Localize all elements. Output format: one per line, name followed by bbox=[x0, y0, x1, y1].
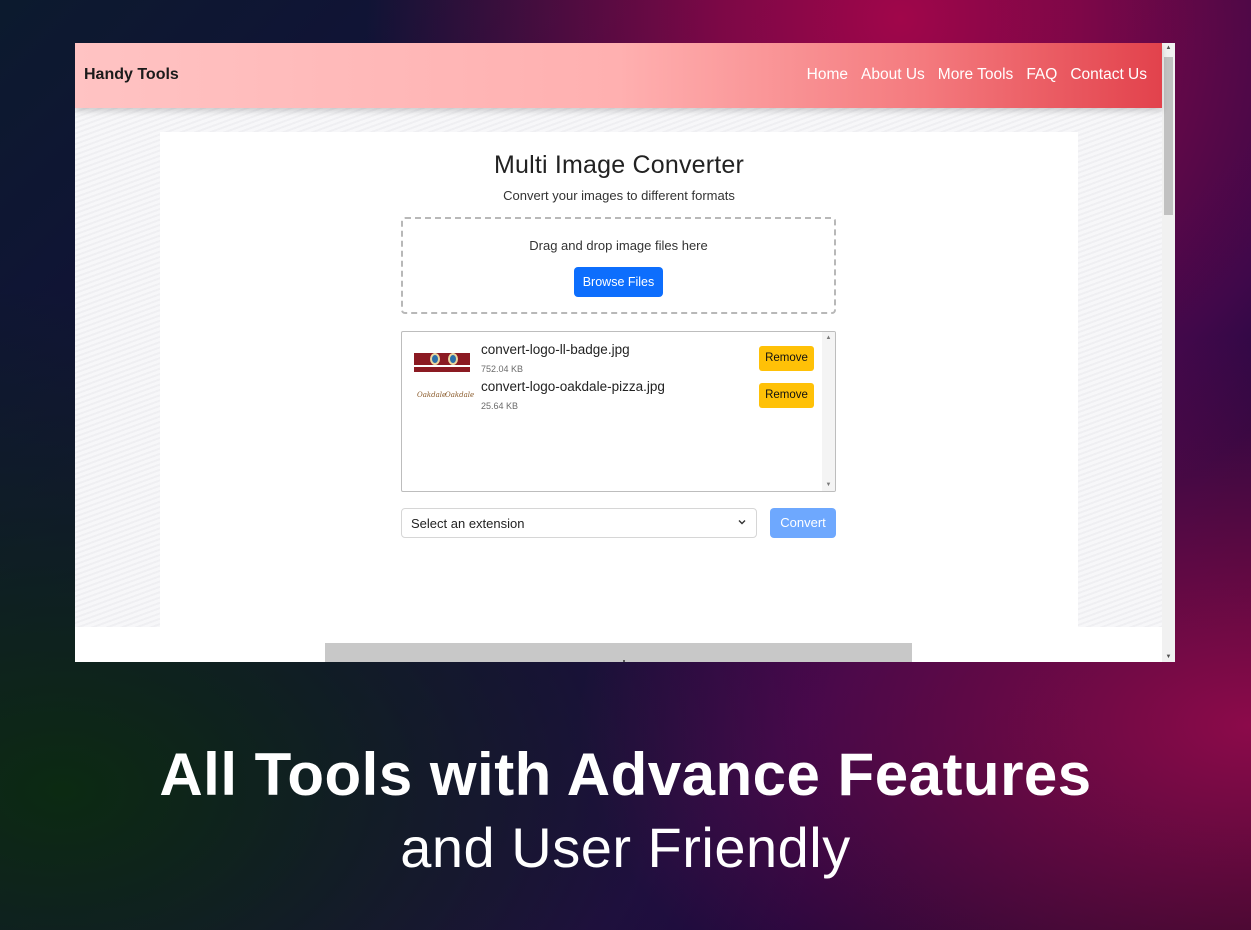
nav-link-home[interactable]: Home bbox=[807, 66, 848, 84]
footer-bar-dot bbox=[623, 660, 625, 662]
file-size: 25.64 KB bbox=[481, 401, 519, 411]
file-list[interactable]: convert-logo-ll-badge.jpg 752.04 KB Remo… bbox=[401, 331, 836, 492]
nav-links: Home About Us More Tools FAQ Contact Us bbox=[807, 66, 1147, 84]
dropzone-text: Drag and drop image files here bbox=[529, 238, 708, 253]
file-name: convert-logo-ll-badge.jpg bbox=[481, 342, 630, 357]
convert-button[interactable]: Convert bbox=[770, 508, 836, 538]
page-title: Multi Image Converter bbox=[493, 151, 745, 179]
scroll-down-arrow-icon[interactable]: ▼ bbox=[1162, 654, 1175, 660]
footer-bar bbox=[325, 643, 912, 662]
window-scrollbar[interactable]: ▲ ▼ bbox=[1162, 43, 1175, 662]
file-list-scrollbar[interactable]: ▲ ▼ bbox=[822, 332, 835, 491]
extension-select-value: Select an extension bbox=[411, 516, 525, 531]
caption-subline: and User Friendly bbox=[400, 816, 851, 879]
scroll-up-arrow-icon[interactable]: ▲ bbox=[1162, 45, 1175, 51]
nav-link-contact-us[interactable]: Contact Us bbox=[1070, 66, 1147, 84]
scroll-down-arrow-icon[interactable]: ▼ bbox=[822, 482, 835, 488]
scroll-up-arrow-icon[interactable]: ▲ bbox=[822, 335, 835, 341]
nav-link-more-tools[interactable]: More Tools bbox=[938, 66, 1014, 84]
file-thumbnail: Oakdale Oakdale bbox=[414, 385, 474, 409]
file-size: 752.04 KB bbox=[481, 364, 524, 374]
nav-link-about-us[interactable]: About Us bbox=[861, 66, 925, 84]
browse-files-button[interactable]: Browse Files bbox=[574, 267, 663, 297]
page-subtitle: Convert your images to different formats bbox=[503, 188, 735, 203]
extension-select[interactable]: Select an extension bbox=[401, 508, 757, 538]
brand-logo[interactable]: Handy Tools bbox=[84, 66, 179, 84]
caption-headline: All Tools with Advance Features bbox=[159, 741, 1092, 808]
file-list-item: convert-logo-ll-badge.jpg 752.04 KB Remo… bbox=[402, 342, 822, 380]
file-dropzone[interactable]: Drag and drop image files here Browse Fi… bbox=[401, 217, 836, 314]
remove-file-button[interactable]: Remove bbox=[759, 346, 814, 371]
file-list-item: Oakdale Oakdale convert-logo-oakdale-piz… bbox=[402, 379, 822, 417]
chevron-down-icon bbox=[738, 520, 746, 525]
page-background: Multi Image Converter Convert your image… bbox=[75, 108, 1162, 627]
remove-file-button[interactable]: Remove bbox=[759, 383, 814, 408]
file-name: convert-logo-oakdale-pizza.jpg bbox=[481, 379, 665, 394]
navbar: Handy Tools Home About Us More Tools FAQ… bbox=[75, 43, 1162, 108]
nav-link-faq[interactable]: FAQ bbox=[1026, 66, 1057, 84]
file-thumbnail bbox=[414, 348, 470, 372]
browser-window: Handy Tools Home About Us More Tools FAQ… bbox=[75, 43, 1175, 662]
converter-card: Multi Image Converter Convert your image… bbox=[160, 132, 1078, 627]
window-scrollbar-thumb[interactable] bbox=[1164, 57, 1173, 215]
